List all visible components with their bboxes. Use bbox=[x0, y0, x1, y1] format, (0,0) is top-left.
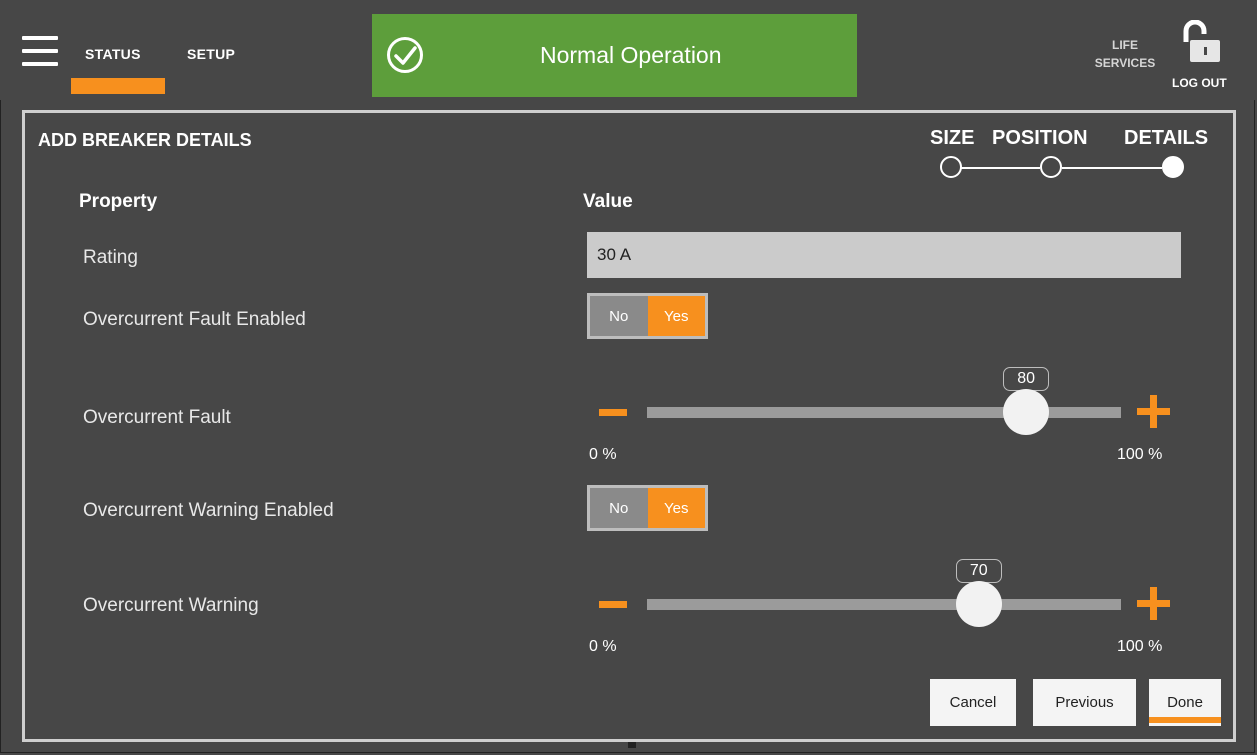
warning-label: Overcurrent Warning bbox=[83, 595, 259, 616]
toggle-option-no[interactable]: No bbox=[590, 296, 648, 336]
fault-min-label: 0 % bbox=[589, 446, 617, 463]
unlocked-padlock-icon[interactable] bbox=[1180, 20, 1222, 64]
fault-slider-thumb[interactable] bbox=[1003, 389, 1050, 435]
warning-enabled-toggle[interactable]: No Yes bbox=[587, 485, 708, 531]
tab-status[interactable]: STATUS bbox=[85, 46, 141, 62]
hamburger-menu-icon[interactable] bbox=[22, 36, 58, 66]
step-connector bbox=[960, 167, 1040, 169]
warning-slider-track[interactable]: 70 bbox=[647, 559, 1121, 627]
tab-setup[interactable]: SETUP bbox=[187, 46, 235, 62]
life-services-link[interactable]: LIFE SERVICES bbox=[1090, 36, 1160, 72]
fault-enabled-label: Overcurrent Fault Enabled bbox=[83, 309, 306, 330]
fault-increase-button[interactable] bbox=[1137, 395, 1170, 428]
warning-decrease-button[interactable] bbox=[599, 601, 627, 608]
rating-label: Rating bbox=[83, 247, 138, 268]
warning-enabled-label: Overcurrent Warning Enabled bbox=[83, 500, 334, 521]
fault-slider-track[interactable]: 80 bbox=[647, 367, 1121, 435]
warning-max-label: 100 % bbox=[1117, 638, 1163, 655]
previous-button[interactable]: Previous bbox=[1033, 679, 1136, 726]
check-circle-icon bbox=[387, 37, 423, 73]
active-tab-indicator bbox=[71, 78, 165, 94]
step-dot-details bbox=[1162, 156, 1184, 178]
step-dot-size bbox=[940, 156, 962, 178]
step-dot-position bbox=[1040, 156, 1062, 178]
warning-value-bubble: 70 bbox=[955, 559, 1002, 583]
status-banner: Normal Operation bbox=[372, 14, 857, 97]
column-header-value: Value bbox=[583, 191, 633, 212]
warning-min-label: 0 % bbox=[589, 638, 617, 655]
step-label-size: SIZE bbox=[930, 127, 975, 149]
toggle-option-yes[interactable]: Yes bbox=[647, 296, 705, 336]
top-bar: STATUS SETUP Normal Operation LIFE SERVI… bbox=[0, 0, 1257, 100]
fault-value-bubble: 80 bbox=[1003, 367, 1050, 391]
step-connector bbox=[1062, 167, 1162, 169]
column-header-property: Property bbox=[79, 191, 158, 212]
logout-button[interactable]: LOG OUT bbox=[1172, 76, 1227, 90]
cancel-button[interactable]: Cancel bbox=[930, 679, 1016, 726]
fault-label: Overcurrent Fault bbox=[83, 407, 231, 428]
divider-mark bbox=[628, 742, 636, 748]
done-button-underline bbox=[1149, 717, 1221, 723]
fault-max-label: 100 % bbox=[1117, 446, 1163, 463]
warning-slider-thumb[interactable] bbox=[955, 581, 1002, 627]
fault-slider: 80 bbox=[599, 367, 1179, 443]
step-label-position: POSITION bbox=[992, 127, 1088, 149]
warning-slider: 70 bbox=[599, 559, 1179, 635]
status-text: Normal Operation bbox=[540, 42, 722, 68]
fault-decrease-button[interactable] bbox=[599, 409, 627, 416]
fault-enabled-toggle[interactable]: No Yes bbox=[587, 293, 708, 339]
rating-input[interactable] bbox=[587, 232, 1181, 278]
warning-increase-button[interactable] bbox=[1137, 587, 1170, 620]
toggle-option-no[interactable]: No bbox=[590, 488, 648, 528]
toggle-option-yes[interactable]: Yes bbox=[647, 488, 705, 528]
step-label-details: DETAILS bbox=[1124, 127, 1209, 149]
panel-title: ADD BREAKER DETAILS bbox=[38, 130, 252, 150]
add-breaker-panel: ADD BREAKER DETAILS SIZE POSITION DETAIL… bbox=[22, 110, 1236, 742]
